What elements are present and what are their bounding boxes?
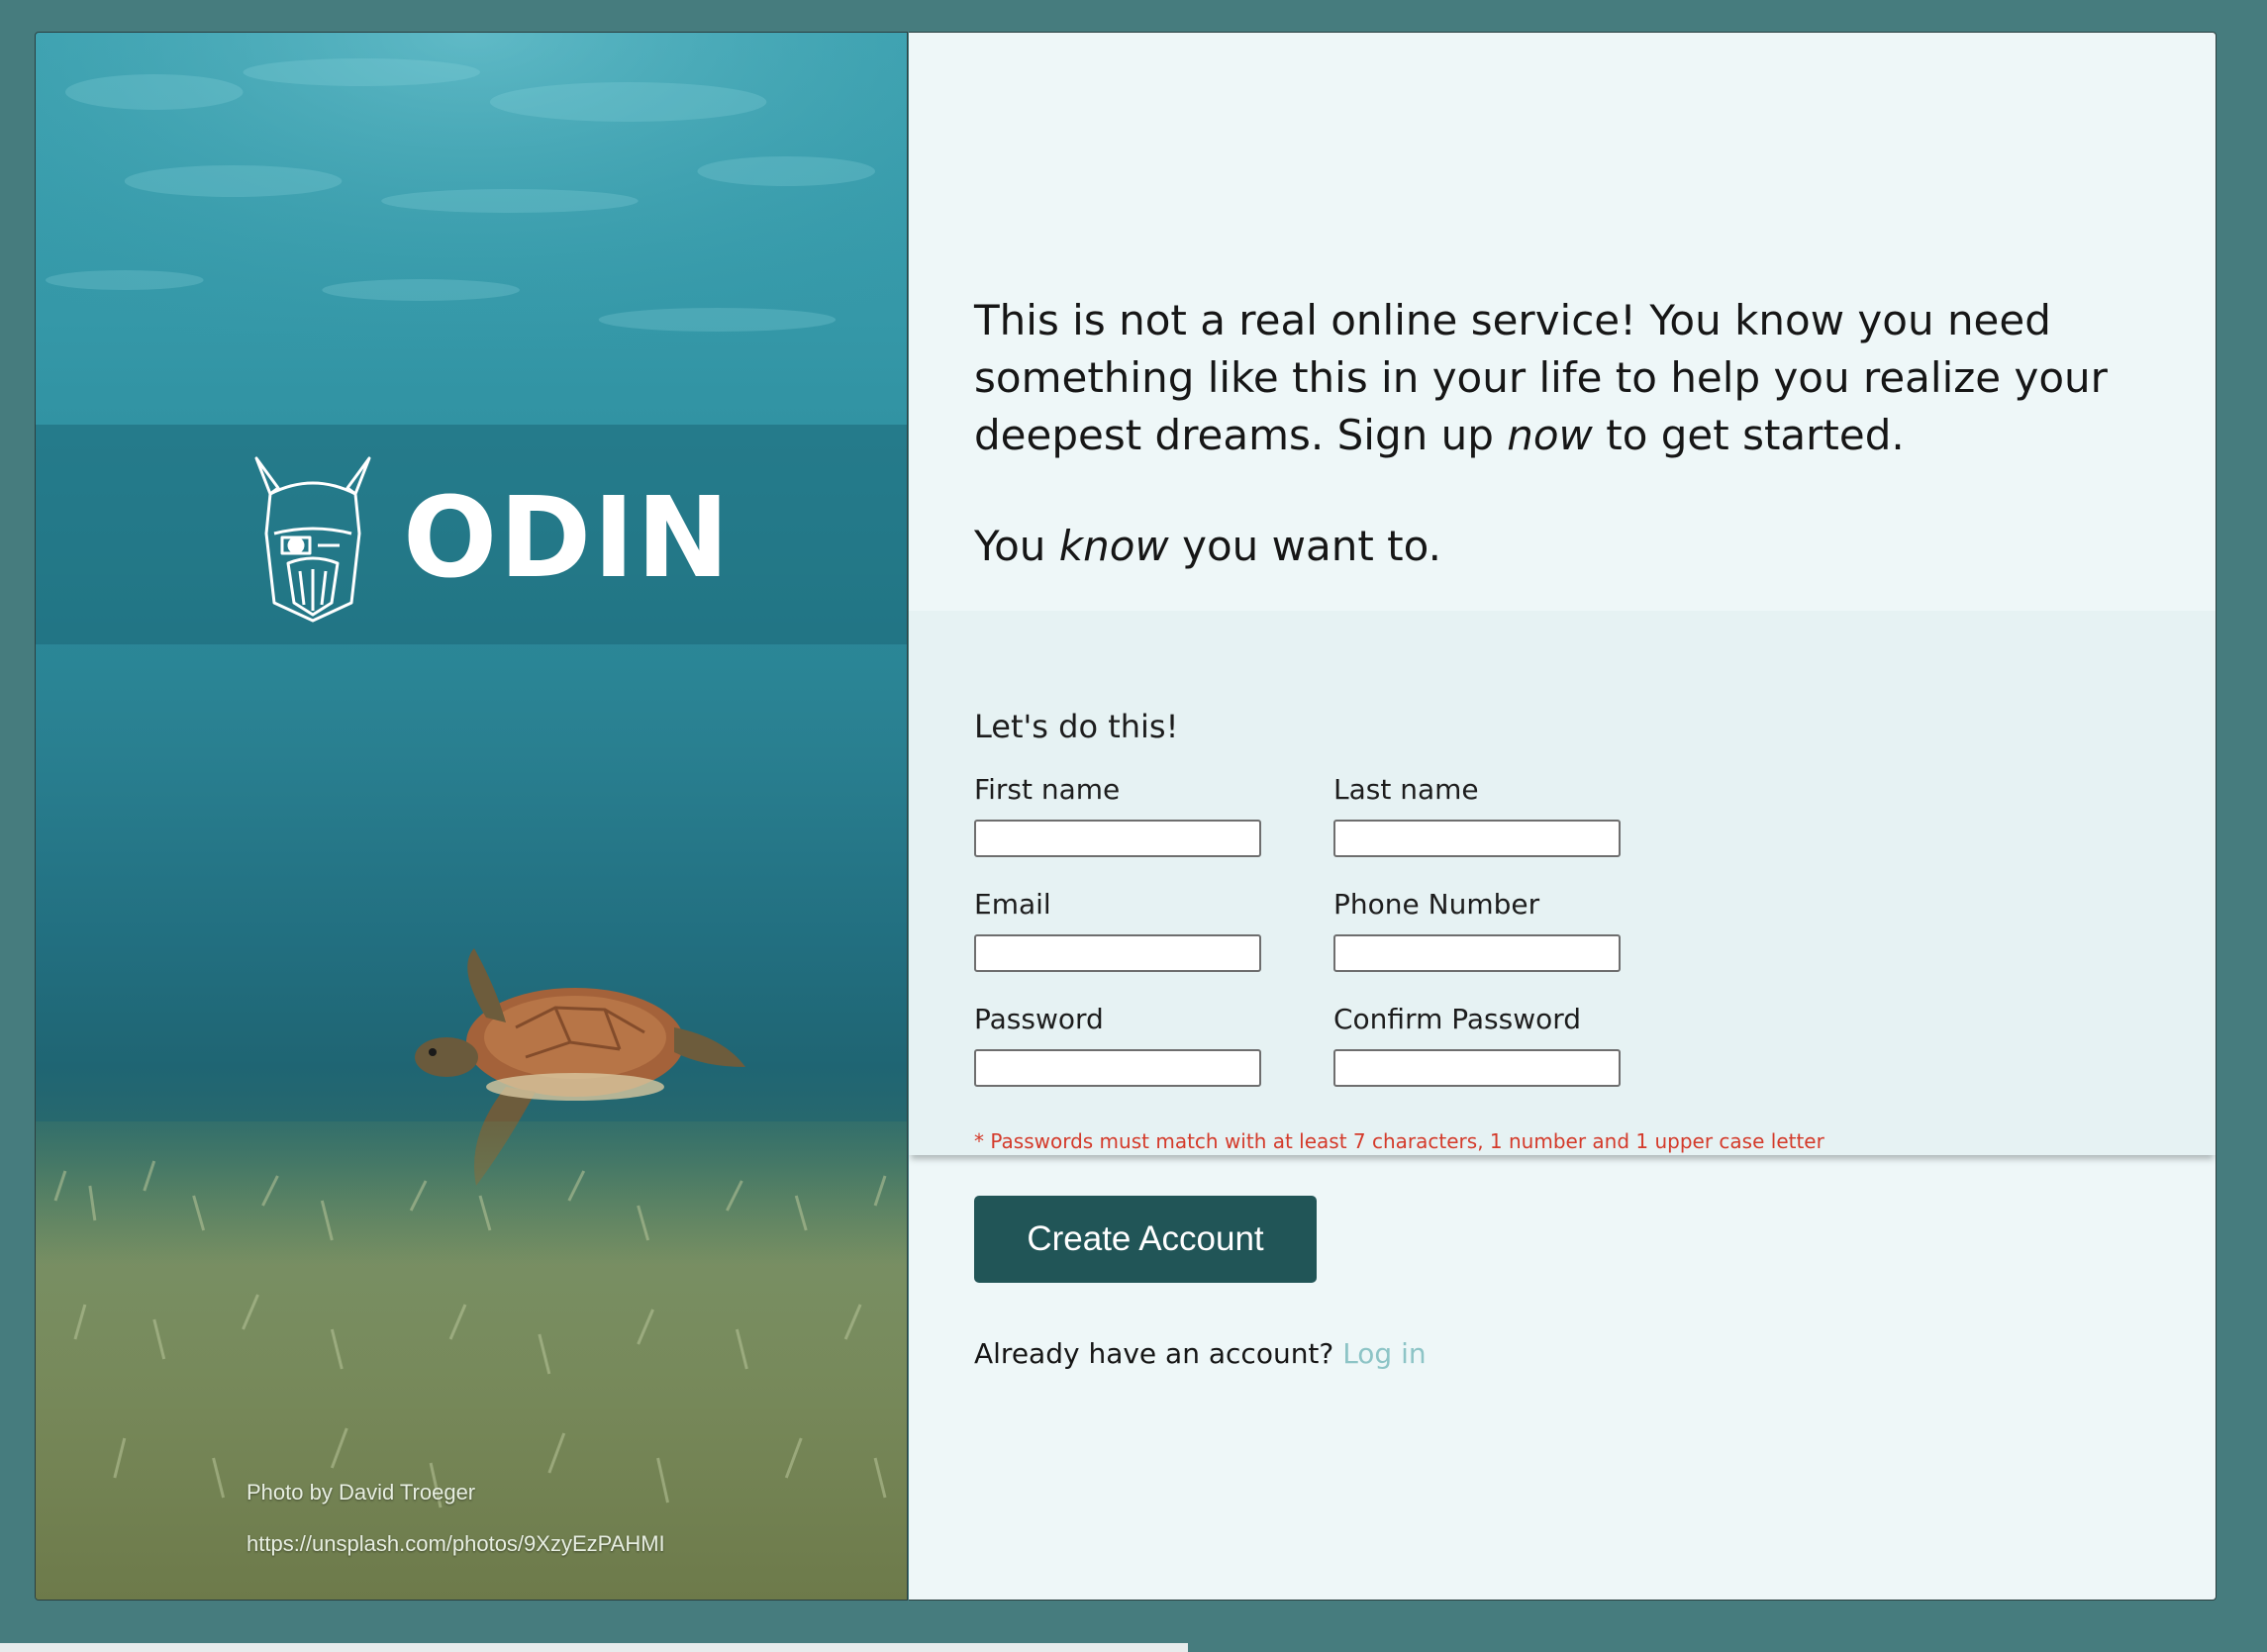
phone-label: Phone Number: [1333, 888, 1540, 921]
logo: ODIN: [248, 454, 732, 623]
water-surface: [36, 33, 907, 448]
phone-field: Phone Number: [1333, 888, 1621, 972]
page-bottom-strip: [0, 1643, 1188, 1652]
first-name-field: First name: [974, 773, 1261, 857]
intro-emphasis-now: now: [1507, 411, 1593, 459]
confirm-password-label: Confirm Password: [1333, 1003, 1582, 1035]
last-name-label: Last name: [1333, 773, 1479, 806]
hero-photo-panel: ODIN Photo by David Troeger https://unsp…: [35, 32, 908, 1601]
password-hint: * Passwords must match with at least 7 c…: [974, 1129, 1824, 1153]
login-prompt-text: Already have an account?: [974, 1337, 1334, 1370]
form-heading: Let's do this!: [974, 708, 1179, 745]
tagline-emphasis-know: know: [1058, 522, 1169, 570]
brand-wordmark: ODIN: [403, 474, 732, 603]
login-prompt: Already have an account? Log in: [974, 1337, 1427, 1370]
email-label: Email: [974, 888, 1051, 921]
signup-form: Let's do this! First name Last name Emai…: [909, 611, 2216, 1155]
create-account-button[interactable]: Create Account: [974, 1196, 1317, 1283]
intro-text: This is not a real online service! You k…: [974, 292, 2113, 464]
confirm-password-input[interactable]: [1333, 1049, 1621, 1087]
intro-tagline: You know you want to.: [974, 522, 1441, 570]
email-input[interactable]: [974, 934, 1261, 972]
password-input[interactable]: [974, 1049, 1261, 1087]
viking-head-icon: [254, 456, 371, 623]
phone-input[interactable]: [1333, 934, 1621, 972]
seagrass-floor: [36, 1121, 907, 1600]
first-name-input[interactable]: [974, 820, 1261, 857]
confirm-password-field: Confirm Password: [1333, 1003, 1621, 1087]
tagline-part1: You: [974, 522, 1059, 570]
login-link[interactable]: Log in: [1342, 1337, 1426, 1370]
email-field: Email: [974, 888, 1261, 972]
first-name-label: First name: [974, 773, 1121, 806]
signup-layout: ODIN Photo by David Troeger https://unsp…: [35, 32, 2217, 1601]
password-field: Password: [974, 1003, 1261, 1087]
tagline-part2: you want to.: [1168, 522, 1441, 570]
last-name-field: Last name: [1333, 773, 1621, 857]
password-label: Password: [974, 1003, 1104, 1035]
intro-text-part2: to get started.: [1592, 411, 1905, 459]
last-name-input[interactable]: [1333, 820, 1621, 857]
photo-credit-author: Photo by David Troeger: [246, 1480, 476, 1505]
photo-credit-url: https://unsplash.com/photos/9XzyEzPAHMI: [246, 1531, 665, 1556]
signup-panel: This is not a real online service! You k…: [909, 32, 2217, 1601]
